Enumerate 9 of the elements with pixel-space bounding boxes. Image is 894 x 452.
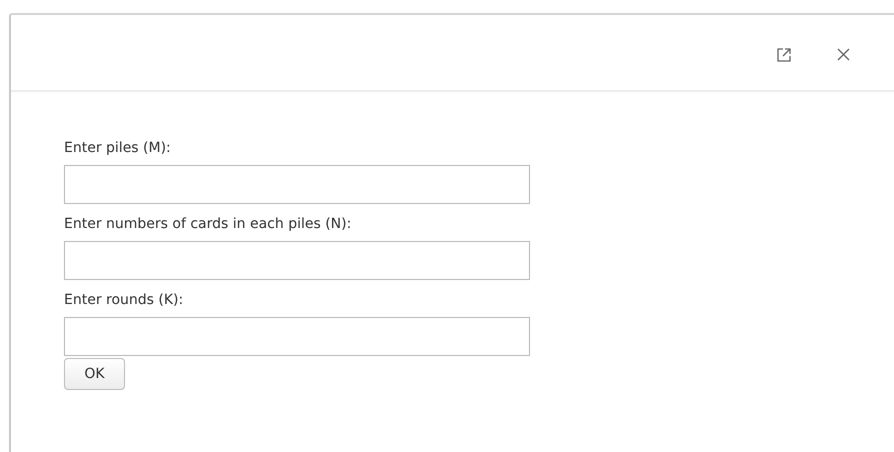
popout-icon[interactable] [777,48,791,62]
field-label: Enter numbers of cards in each piles (N): [64,215,352,233]
close-icon[interactable] [837,48,850,61]
field-label: Enter piles (M): [64,139,171,157]
input-field[interactable] [64,165,530,204]
field-label: Enter rounds (K): [64,291,184,309]
input-field[interactable] [64,241,530,280]
input-field[interactable] [64,317,530,356]
ok-button[interactable]: OK [64,358,125,390]
